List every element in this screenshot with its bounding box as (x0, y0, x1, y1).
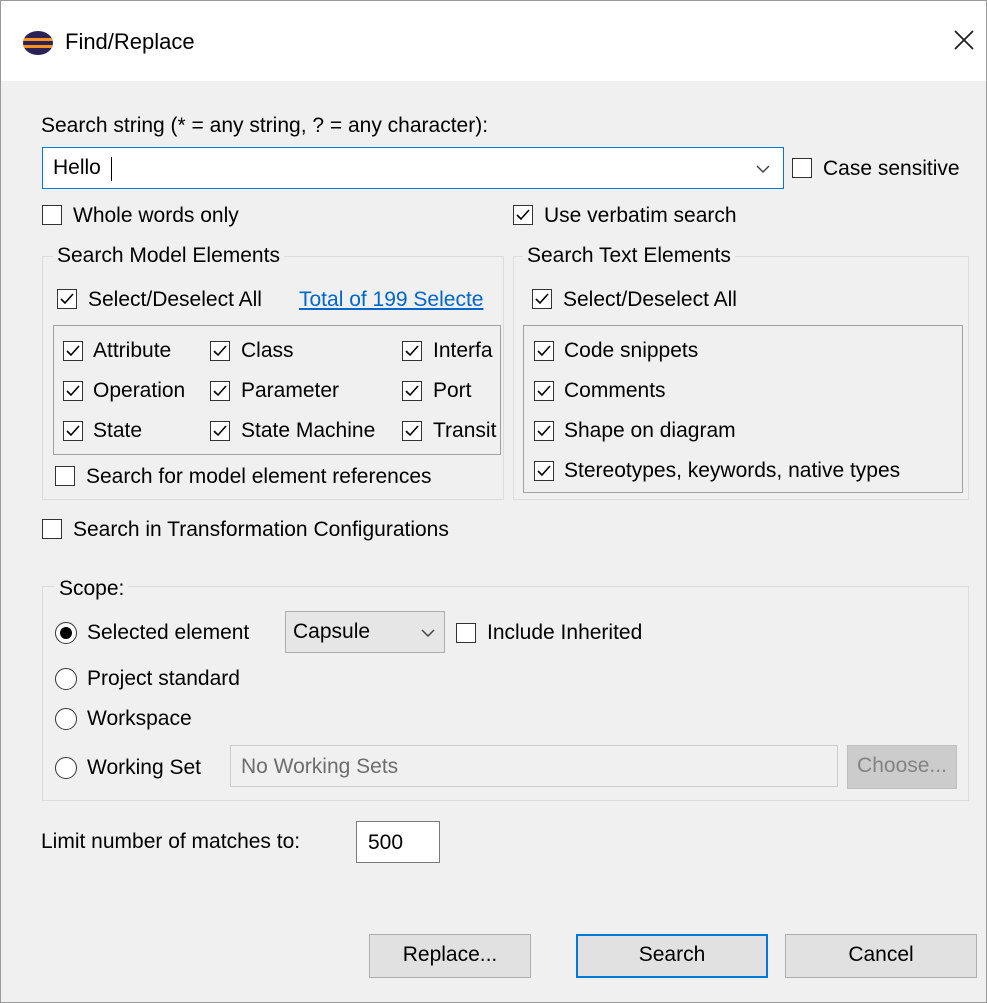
cancel-button[interactable]: Cancel (785, 934, 977, 978)
check-icon (66, 345, 80, 357)
check-icon (60, 293, 74, 305)
operation-checkbox[interactable] (63, 381, 83, 401)
replace-button[interactable]: Replace... (369, 934, 531, 978)
references-checkbox[interactable] (55, 466, 75, 486)
state-label: State (93, 419, 143, 442)
stereotypes-checkbox[interactable] (534, 461, 554, 481)
class-checkbox[interactable] (210, 341, 230, 361)
chevron-down-icon (421, 629, 435, 638)
include-inherited-checkbox[interactable] (456, 623, 476, 643)
text-select-all-label: Select/Deselect All (563, 288, 737, 311)
state-checkbox[interactable] (63, 421, 83, 441)
check-icon (537, 425, 551, 437)
element-type-select[interactable]: Capsule (285, 611, 445, 653)
check-icon (213, 385, 227, 397)
transformation-checkbox[interactable] (42, 519, 62, 539)
shape-on-diagram-label: Shape on diagram (564, 419, 736, 442)
comments-checkbox[interactable] (534, 381, 554, 401)
case-sensitive-checkbox[interactable] (792, 158, 812, 178)
code-snippets-label: Code snippets (564, 339, 699, 362)
text-select-all-checkbox[interactable] (532, 289, 552, 309)
choose-button[interactable]: Choose... (847, 745, 957, 789)
window-title: Find/Replace (65, 29, 195, 54)
verbatim-checkbox[interactable] (513, 205, 533, 225)
check-icon (405, 385, 419, 397)
limit-input[interactable]: 500 (356, 821, 440, 863)
interface-checkbox[interactable] (402, 341, 422, 361)
verbatim-label: Use verbatim search (544, 204, 737, 227)
check-icon (405, 425, 419, 437)
comments-label: Comments (564, 379, 666, 402)
shape-on-diagram-checkbox[interactable] (534, 421, 554, 441)
search-input-value: Hello (53, 156, 101, 179)
workspace-radio[interactable] (55, 708, 77, 730)
close-icon[interactable] (951, 27, 977, 53)
find-replace-dialog: Find/Replace Search string (* = any stri… (0, 0, 987, 1003)
check-icon (66, 385, 80, 397)
include-inherited-label: Include Inherited (487, 621, 643, 644)
workspace-label: Workspace (87, 707, 192, 730)
check-icon (516, 209, 530, 221)
check-icon (535, 293, 549, 305)
limit-value: 500 (368, 831, 404, 854)
eclipse-icon (23, 31, 53, 55)
search-input[interactable]: Hello (42, 147, 784, 189)
limit-label: Limit number of matches to: (41, 830, 301, 853)
whole-words-label: Whole words only (73, 204, 239, 227)
port-checkbox[interactable] (402, 381, 422, 401)
code-snippets-checkbox[interactable] (534, 341, 554, 361)
text-cursor (111, 157, 112, 181)
parameter-label: Parameter (241, 379, 340, 402)
search-string-label: Search string (* = any string, ? = any c… (41, 114, 489, 137)
text-elements-list: Code snippets Comments Shape on diagram … (523, 325, 963, 493)
attribute-checkbox[interactable] (63, 341, 83, 361)
parameter-checkbox[interactable] (210, 381, 230, 401)
working-set-value: No Working Sets (241, 755, 399, 778)
title-bar: Find/Replace (1, 1, 986, 81)
working-set-field[interactable]: No Working Sets (230, 745, 838, 787)
check-icon (537, 345, 551, 357)
check-icon (213, 345, 227, 357)
case-sensitive-label: Case sensitive (823, 157, 960, 180)
state-machine-label: State Machine (241, 419, 376, 442)
project-standard-radio[interactable] (55, 668, 77, 690)
attribute-label: Attribute (93, 339, 172, 362)
operation-label: Operation (93, 379, 186, 402)
total-selected-link[interactable]: Total of 199 Selecte (299, 287, 501, 313)
check-icon (537, 385, 551, 397)
project-standard-label: Project standard (87, 667, 240, 690)
transition-checkbox[interactable] (402, 421, 422, 441)
text-elements-legend: Search Text Elements (523, 243, 735, 269)
check-icon (537, 465, 551, 477)
check-icon (66, 425, 80, 437)
state-machine-checkbox[interactable] (210, 421, 230, 441)
class-label: Class (241, 339, 294, 362)
working-set-label: Working Set (87, 756, 201, 779)
scope-legend: Scope: (55, 576, 129, 602)
whole-words-checkbox[interactable] (42, 205, 62, 225)
check-icon (405, 345, 419, 357)
check-icon (213, 425, 227, 437)
model-select-all-checkbox[interactable] (57, 289, 77, 309)
model-elements-list: Attribute Class Interfa Operation Parame… (53, 325, 501, 455)
element-type-value: Capsule (293, 620, 371, 643)
transition-label: Transit (433, 419, 497, 442)
port-label: Port (433, 379, 472, 402)
working-set-radio[interactable] (55, 757, 77, 779)
chevron-down-icon[interactable] (755, 163, 771, 175)
transformation-label: Search in Transformation Configurations (73, 518, 449, 541)
search-button[interactable]: Search (576, 934, 768, 978)
model-select-all-label: Select/Deselect All (88, 288, 262, 311)
model-elements-legend: Search Model Elements (53, 243, 284, 269)
stereotypes-label: Stereotypes, keywords, native types (564, 459, 901, 482)
selected-element-radio[interactable] (55, 622, 77, 644)
interface-label: Interfa (433, 339, 493, 362)
references-label: Search for model element references (86, 465, 432, 488)
selected-element-label: Selected element (87, 621, 250, 644)
